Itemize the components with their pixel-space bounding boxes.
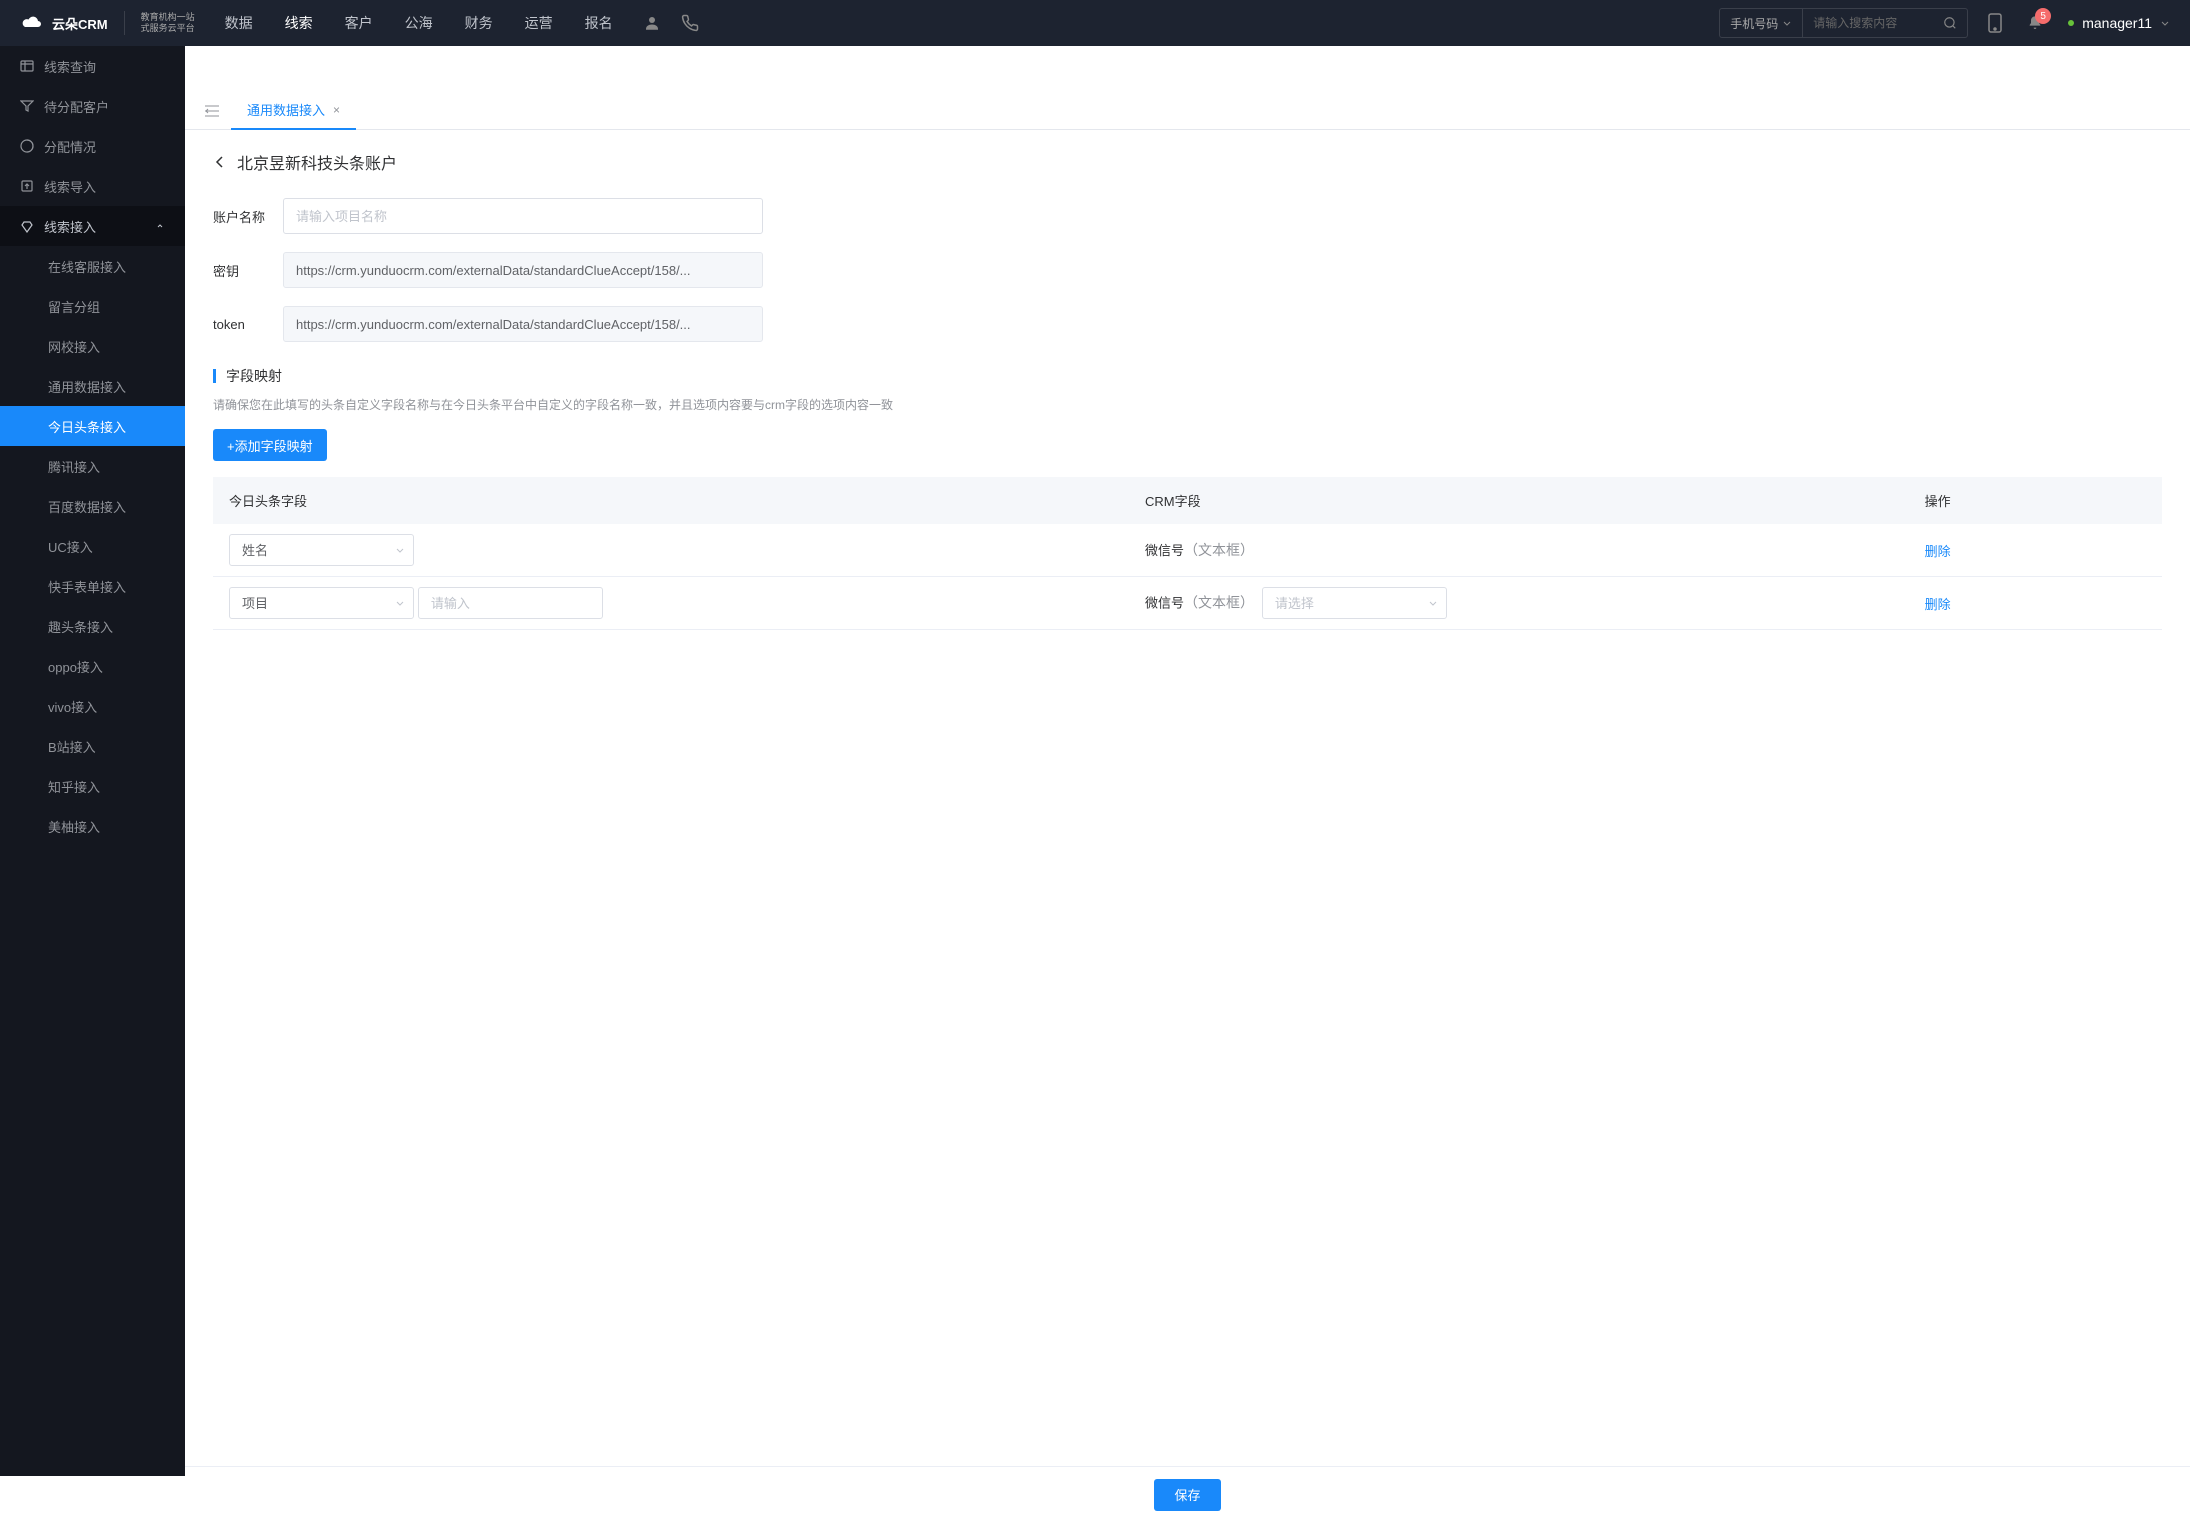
- sidebar-subitem[interactable]: B站接入: [0, 726, 185, 766]
- save-button[interactable]: 保存: [1154, 1479, 1220, 1511]
- sidebar-subitem[interactable]: 腾讯接入: [0, 446, 185, 486]
- tabs-bar: 通用数据接入 ×: [185, 92, 2190, 130]
- toutiao-field-select[interactable]: 姓名: [229, 534, 414, 566]
- column-crm: CRM字段: [1129, 477, 1909, 524]
- nav-item[interactable]: 财务: [465, 13, 493, 33]
- user-menu[interactable]: manager11: [2068, 15, 2170, 31]
- sidebar-item[interactable]: 分配情况: [0, 126, 185, 166]
- sidebar-icon: [20, 219, 34, 233]
- sidebar-item[interactable]: 线索查询: [0, 46, 185, 86]
- nav-item[interactable]: 公海: [405, 13, 433, 33]
- token-label: token: [213, 317, 283, 332]
- account-name-label: 账户名称: [213, 207, 283, 226]
- logo-subtitle-2: 式服务云平台: [141, 23, 195, 34]
- chevron-icon: [155, 221, 165, 231]
- sidebar-item[interactable]: 待分配客户: [0, 86, 185, 126]
- sidebar-subitem[interactable]: 美柚接入: [0, 806, 185, 846]
- nav-item[interactable]: 运营: [525, 13, 553, 33]
- sidebar-subitem[interactable]: oppo接入: [0, 646, 185, 686]
- sidebar-icon: [20, 179, 34, 193]
- table-row: 项目 微信号（文本框） 请选择 删除: [213, 577, 2162, 630]
- token-input[interactable]: [283, 306, 763, 342]
- crm-field-label: 微信号: [1145, 543, 1184, 558]
- sidebar-subitem[interactable]: 今日头条接入: [0, 406, 185, 446]
- username: manager11: [2082, 15, 2152, 31]
- logo-text: 云朵CRM: [52, 14, 108, 33]
- search-type-select[interactable]: 手机号码: [1720, 9, 1803, 37]
- crm-field-hint: （文本框）: [1184, 595, 1254, 611]
- sidebar-item[interactable]: 线索接入: [0, 206, 185, 246]
- sidebar-subitem[interactable]: 在线客服接入: [0, 246, 185, 286]
- tab-general-data-access[interactable]: 通用数据接入 ×: [231, 92, 356, 130]
- nav-item[interactable]: 客户: [345, 13, 373, 33]
- crm-field-select[interactable]: 请选择: [1262, 587, 1447, 619]
- column-toutiao: 今日头条字段: [213, 477, 1129, 524]
- search-input[interactable]: [1803, 16, 1933, 30]
- sidebar-icon: [20, 99, 34, 113]
- add-mapping-button[interactable]: +添加字段映射: [213, 429, 327, 461]
- delete-button[interactable]: 删除: [1925, 597, 1951, 612]
- sidebar-item[interactable]: 线索导入: [0, 166, 185, 206]
- sidebar-subitem[interactable]: 通用数据接入: [0, 366, 185, 406]
- sidebar-subitem[interactable]: vivo接入: [0, 686, 185, 726]
- notification-icon[interactable]: 5: [2027, 14, 2043, 32]
- back-button[interactable]: [213, 155, 227, 169]
- collapse-menu-icon[interactable]: [193, 105, 231, 117]
- sidebar: 线索查询待分配客户分配情况线索导入线索接入在线客服接入留言分组网校接入通用数据接…: [0, 46, 185, 1476]
- account-name-input[interactable]: [283, 198, 763, 234]
- app-header: 云朵CRM 教育机构一站 式服务云平台 数据 线索 客户 公海 财务 运营 报名 手机号码: [0, 0, 2190, 46]
- page-footer: 保存: [185, 1466, 2190, 1522]
- device-icon[interactable]: [1988, 13, 2002, 33]
- page-title: 北京昱新科技头条账户: [237, 150, 397, 174]
- table-row: 姓名 微信号（文本框） 删除: [213, 524, 2162, 577]
- sidebar-subitem[interactable]: 趣头条接入: [0, 606, 185, 646]
- nav-item[interactable]: 数据: [225, 13, 253, 33]
- secret-label: 密钥: [213, 261, 283, 280]
- crm-field-hint: （文本框）: [1184, 542, 1254, 558]
- nav-item[interactable]: 线索: [285, 13, 313, 33]
- field-mapping-desc: 请确保您在此填写的头条自定义字段名称与在今日头条平台中自定义的字段名称一致，并且…: [213, 396, 2162, 413]
- delete-button[interactable]: 删除: [1925, 544, 1951, 559]
- notification-badge: 5: [2035, 8, 2051, 24]
- status-indicator: [2068, 20, 2074, 26]
- sidebar-icon: [20, 139, 34, 153]
- nav-item[interactable]: 报名: [585, 13, 613, 33]
- sidebar-subitem[interactable]: 快手表单接入: [0, 566, 185, 606]
- toutiao-field-select[interactable]: 项目: [229, 587, 414, 619]
- top-nav: 数据 线索 客户 公海 财务 运营 报名: [225, 13, 613, 33]
- toutiao-field-input[interactable]: [418, 587, 603, 619]
- cloud-logo-icon: [20, 11, 44, 35]
- field-mapping-title: 字段映射: [226, 366, 282, 386]
- crm-field-label: 微信号: [1145, 596, 1184, 611]
- sidebar-subitem[interactable]: 百度数据接入: [0, 486, 185, 526]
- sidebar-subitem[interactable]: 留言分组: [0, 286, 185, 326]
- sidebar-subitem[interactable]: 网校接入: [0, 326, 185, 366]
- sidebar-icon: [20, 59, 34, 73]
- logo[interactable]: 云朵CRM 教育机构一站 式服务云平台: [20, 11, 195, 35]
- search-button[interactable]: [1933, 16, 1967, 30]
- chevron-down-icon: [2160, 18, 2170, 28]
- logo-subtitle-1: 教育机构一站: [141, 12, 195, 23]
- search-box: 手机号码: [1719, 8, 1968, 38]
- secret-input[interactable]: [283, 252, 763, 288]
- user-icon[interactable]: [643, 14, 661, 32]
- mapping-table: 今日头条字段 CRM字段 操作 姓名微信号（文本框）删除项目 微信号（文本框） …: [213, 477, 2162, 630]
- sidebar-subitem[interactable]: 知乎接入: [0, 766, 185, 806]
- sidebar-subitem[interactable]: UC接入: [0, 526, 185, 566]
- phone-icon[interactable]: [681, 14, 699, 32]
- close-icon[interactable]: ×: [333, 103, 340, 117]
- column-action: 操作: [1909, 477, 2162, 524]
